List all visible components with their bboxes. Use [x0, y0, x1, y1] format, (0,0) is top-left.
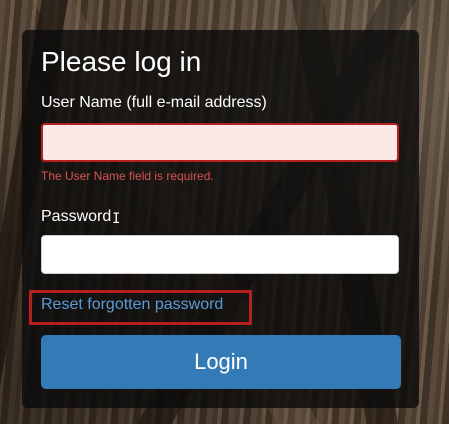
login-button[interactable]: Login: [41, 335, 401, 389]
username-error-message: The User Name field is required.: [41, 169, 214, 183]
username-label: User Name (full e-mail address): [41, 94, 267, 111]
password-label: Password: [41, 208, 112, 225]
login-panel: Please log in User Name (full e-mail add…: [22, 30, 419, 408]
password-field[interactable]: [41, 235, 399, 274]
page-title: Please log in: [41, 46, 202, 77]
text-cursor-icon: I: [112, 211, 121, 227]
reset-password-link[interactable]: Reset forgotten password: [41, 296, 223, 314]
username-field[interactable]: [41, 123, 399, 162]
